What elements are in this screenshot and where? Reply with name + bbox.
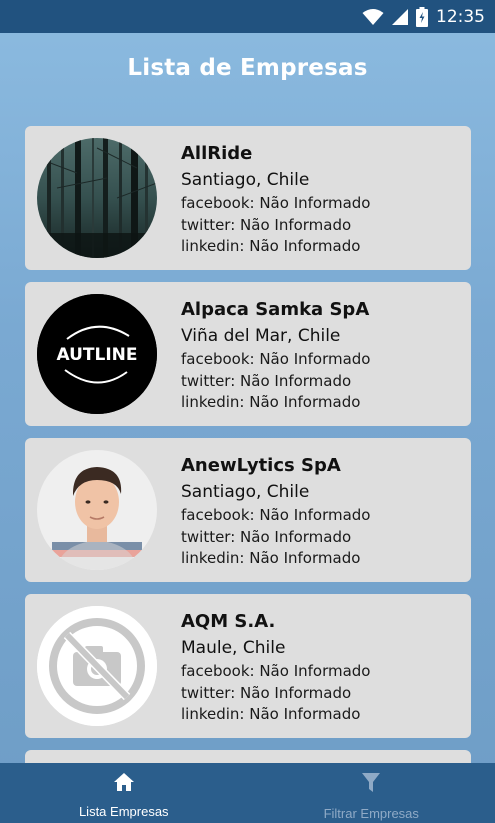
company-city: Maule, Chile: [181, 638, 286, 658]
company-twitter: twitter: Não Informado: [181, 683, 352, 702]
battery-icon: [416, 6, 428, 27]
forest-photo: [37, 138, 157, 258]
company-linkedin: linkedin: Não Informado: [181, 705, 361, 723]
company-info: AllRide Santiago, Chile facebook: Não In…: [181, 141, 371, 258]
company-linkedin: linkedin: Não Informado: [181, 237, 361, 255]
status-time: 12:35: [436, 6, 485, 27]
company-linkedin: linkedin: Não Informado: [181, 549, 361, 567]
wifi-icon: [362, 8, 384, 26]
company-name: AllRide: [181, 143, 253, 164]
company-card[interactable]: AQM S.A. Maule, Chile facebook: Não Info…: [25, 594, 471, 738]
status-bar: 12:35: [0, 0, 495, 33]
company-facebook: facebook: Não Informado: [181, 350, 371, 368]
no-photo-icon: [37, 606, 157, 726]
page-title: Lista de Empresas: [127, 55, 368, 81]
company-name: Alpaca Samka SpA: [181, 299, 370, 320]
nav-tab-lista-empresas[interactable]: Lista Empresas: [0, 763, 248, 823]
company-city: Viña del Mar, Chile: [181, 326, 341, 346]
company-list[interactable]: AllRide Santiago, Chile facebook: Não In…: [25, 126, 471, 770]
bottom-navigation: Lista Empresas Filtrar Empresas: [0, 763, 495, 823]
company-facebook: facebook: Não Informado: [181, 194, 371, 212]
person-photo: [37, 450, 157, 570]
signal-icon: [392, 8, 408, 25]
autline-logo-text: AUTLINE: [56, 345, 137, 365]
company-twitter: twitter: Não Informado: [181, 371, 352, 390]
nav-label: Lista Empresas: [78, 804, 169, 819]
company-twitter: twitter: Não Informado: [181, 215, 352, 234]
autline-logo: AUTLINE: [37, 294, 157, 414]
company-name: AQM S.A.: [181, 611, 276, 632]
app-header: Lista de Empresas: [0, 33, 495, 103]
company-name: AnewLytics SpA: [181, 455, 341, 476]
company-card[interactable]: AnewLytics SpA Santiago, Chile facebook:…: [25, 438, 471, 582]
company-info: AQM S.A. Maule, Chile facebook: Não Info…: [181, 609, 371, 726]
company-info: AnewLytics SpA Santiago, Chile facebook:…: [181, 453, 371, 570]
company-city: Santiago, Chile: [181, 170, 310, 190]
company-card[interactable]: AUTLINE Alpaca Samka SpA Viña del Mar, C…: [25, 282, 471, 426]
nav-tab-filtrar-empresas[interactable]: Filtrar Empresas: [248, 763, 495, 823]
company-card[interactable]: AllRide Santiago, Chile facebook: Não In…: [25, 126, 471, 270]
company-facebook: facebook: Não Informado: [181, 506, 371, 524]
company-info: Alpaca Samka SpA Viña del Mar, Chile fac…: [181, 297, 371, 414]
company-twitter: twitter: Não Informado: [181, 527, 352, 546]
company-facebook: facebook: Não Informado: [181, 662, 371, 680]
company-linkedin: linkedin: Não Informado: [181, 393, 361, 411]
company-city: Santiago, Chile: [181, 482, 310, 502]
filter-icon: [362, 773, 381, 798]
nav-label: Filtrar Empresas: [323, 806, 419, 821]
home-icon: [113, 773, 134, 796]
